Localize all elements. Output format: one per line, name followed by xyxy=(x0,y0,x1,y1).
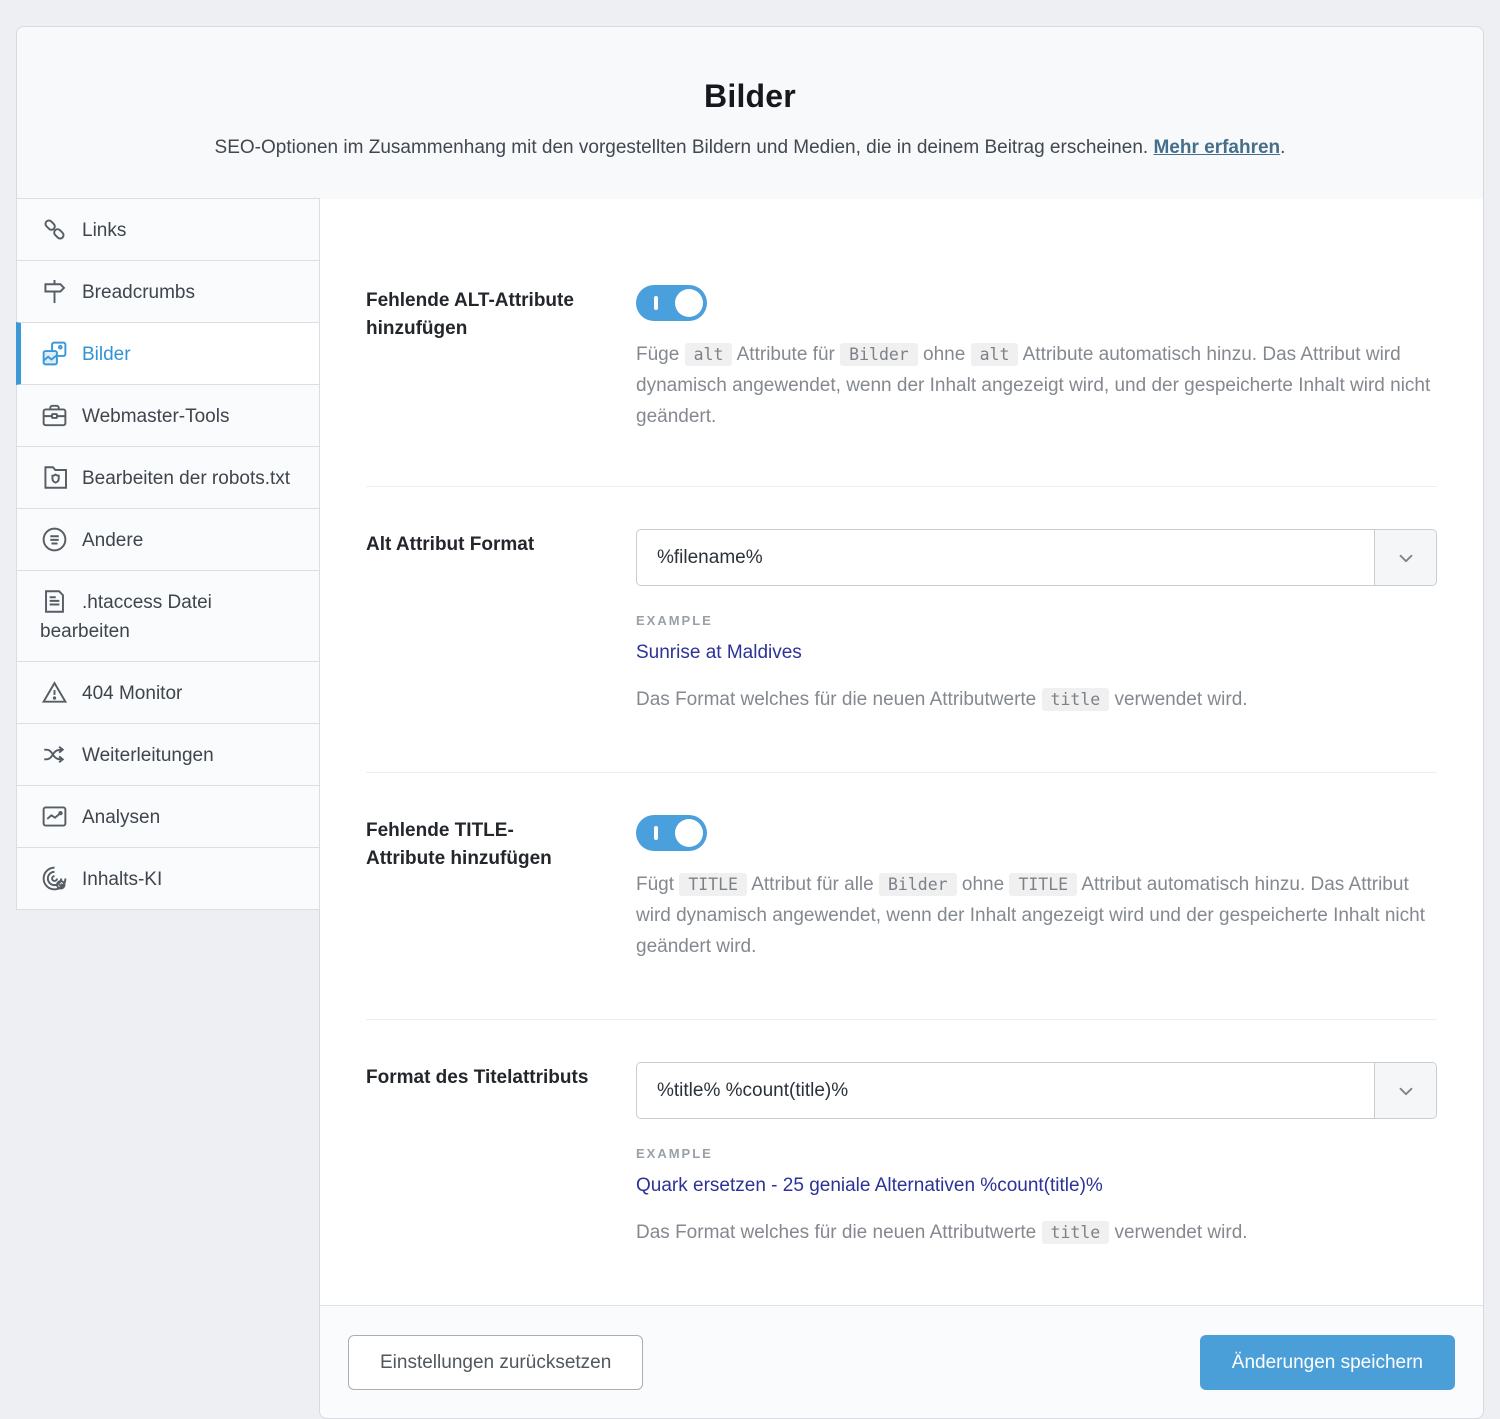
title-format-input[interactable] xyxy=(637,1063,1374,1118)
toggle-knob xyxy=(675,819,703,847)
sidebar-item-label: Breadcrumbs xyxy=(82,282,195,303)
shuffle-icon xyxy=(40,740,69,769)
subtitle-period: . xyxy=(1280,137,1285,158)
sidebar-item-webmaster-tools[interactable]: Webmaster-Tools xyxy=(16,384,320,447)
toolbox-icon xyxy=(40,401,69,430)
signpost-icon xyxy=(40,277,69,306)
alt-format-example-link[interactable]: Sunrise at Maldives xyxy=(636,642,802,664)
sidebar-item-robots-txt[interactable]: Bearbeiten der robots.txt xyxy=(16,446,320,509)
settings-content: Fehlende ALT-Attribute hinzufügen Füge a… xyxy=(319,199,1484,1419)
toggle-on-indicator xyxy=(654,296,658,310)
chevron-down-icon xyxy=(1395,547,1417,569)
title-format-label: Format des Titelattributs xyxy=(366,1062,590,1267)
example-label: EXAMPLE xyxy=(636,1146,1437,1161)
circle-list-icon xyxy=(40,525,69,554)
title-toggle-description: Fügt TITLE Attribut für alle Bilder ohne… xyxy=(636,869,1437,962)
sidebar-item-label: Bearbeiten der robots.txt xyxy=(82,468,290,489)
sidebar-item-andere[interactable]: Andere xyxy=(16,508,320,571)
title-toggle-label: Fehlende TITLE-Attribute hinzufügen xyxy=(366,815,590,981)
settings-sidebar: Links Breadcrumbs Bilder We xyxy=(16,199,320,910)
page-title: Bilder xyxy=(704,78,796,115)
alt-format-input-group xyxy=(636,529,1437,586)
sidebar-item-label: Analysen xyxy=(82,807,160,828)
sidebar-item-label: Inhalts-KI xyxy=(82,869,162,890)
images-icon xyxy=(40,339,69,368)
sidebar-item-label: Webmaster-Tools xyxy=(82,406,229,427)
page-header: Bilder SEO-Optionen im Zusammenhang mit … xyxy=(16,26,1484,200)
title-format-example: EXAMPLE Quark ersetzen - 25 geniale Alte… xyxy=(636,1146,1437,1248)
warning-triangle-icon xyxy=(40,678,69,707)
save-changes-button[interactable]: Änderungen speichern xyxy=(1200,1335,1455,1390)
sidebar-item-label: Weiterleitungen xyxy=(82,745,214,766)
title-format-input-group xyxy=(636,1062,1437,1119)
document-icon xyxy=(40,587,69,616)
page-subtitle: SEO-Optionen im Zusammenhang mit den vor… xyxy=(215,137,1286,159)
sidebar-item-weiterleitungen[interactable]: Weiterleitungen xyxy=(16,723,320,786)
setting-row-title-toggle: Fehlende TITLE-Attribute hinzufügen Fügt… xyxy=(366,773,1437,1020)
alt-format-example: EXAMPLE Sunrise at Maldives Das Format w… xyxy=(636,613,1437,715)
sidebar-item-links[interactable]: Links xyxy=(16,198,320,261)
sidebar-item-htaccess[interactable]: .htaccess Datei bearbeiten xyxy=(16,570,320,662)
setting-row-title-format: Format des Titelattributs EXAMPLE Quark … xyxy=(366,1020,1437,1305)
sidebar-item-bilder[interactable]: Bilder xyxy=(16,322,320,385)
example-label: EXAMPLE xyxy=(636,613,1437,628)
setting-row-alt-format: Alt Attribut Format EXAMPLE Sunrise at M… xyxy=(366,487,1437,773)
settings-footer: Einstellungen zurücksetzen Änderungen sp… xyxy=(320,1305,1483,1418)
reset-settings-button[interactable]: Einstellungen zurücksetzen xyxy=(348,1335,643,1390)
alt-attribute-toggle[interactable] xyxy=(636,285,707,321)
sidebar-item-label: Links xyxy=(82,220,126,241)
title-format-dropdown-button[interactable] xyxy=(1374,1063,1436,1118)
alt-format-description: Das Format welches für die neuen Attribu… xyxy=(636,684,1437,715)
toggle-knob xyxy=(675,289,703,317)
sidebar-item-404-monitor[interactable]: 404 Monitor xyxy=(16,661,320,724)
title-format-example-link[interactable]: Quark ersetzen - 25 geniale Alternativen… xyxy=(636,1175,1103,1197)
title-attribute-toggle[interactable] xyxy=(636,815,707,851)
alt-toggle-description: Füge alt Attribute für Bilder ohne alt A… xyxy=(636,339,1437,432)
sidebar-item-breadcrumbs[interactable]: Breadcrumbs xyxy=(16,260,320,323)
alt-format-dropdown-button[interactable] xyxy=(1374,530,1436,585)
content-ai-icon xyxy=(40,864,69,893)
line-chart-icon xyxy=(40,802,69,831)
learn-more-link[interactable]: Mehr erfahren xyxy=(1153,137,1280,158)
title-format-description: Das Format welches für die neuen Attribu… xyxy=(636,1217,1437,1248)
sidebar-item-label: Bilder xyxy=(82,344,131,365)
alt-toggle-label: Fehlende ALT-Attribute hinzufügen xyxy=(366,285,590,451)
chevron-down-icon xyxy=(1395,1080,1417,1102)
alt-format-label: Alt Attribut Format xyxy=(366,529,590,734)
toggle-on-indicator xyxy=(654,826,658,840)
sidebar-item-label: Andere xyxy=(82,530,143,551)
settings-page: Bilder SEO-Optionen im Zusammenhang mit … xyxy=(0,0,1500,1419)
robots-file-icon xyxy=(40,463,69,492)
sidebar-item-label: 404 Monitor xyxy=(82,683,182,704)
sidebar-item-inhalts-ki[interactable]: Inhalts-KI xyxy=(16,847,320,910)
sidebar-item-analysen[interactable]: Analysen xyxy=(16,785,320,848)
setting-row-alt-toggle: Fehlende ALT-Attribute hinzufügen Füge a… xyxy=(366,199,1437,487)
chain-link-icon xyxy=(40,215,69,244)
subtitle-text: SEO-Optionen im Zusammenhang mit den vor… xyxy=(215,137,1149,158)
alt-format-input[interactable] xyxy=(637,530,1374,585)
